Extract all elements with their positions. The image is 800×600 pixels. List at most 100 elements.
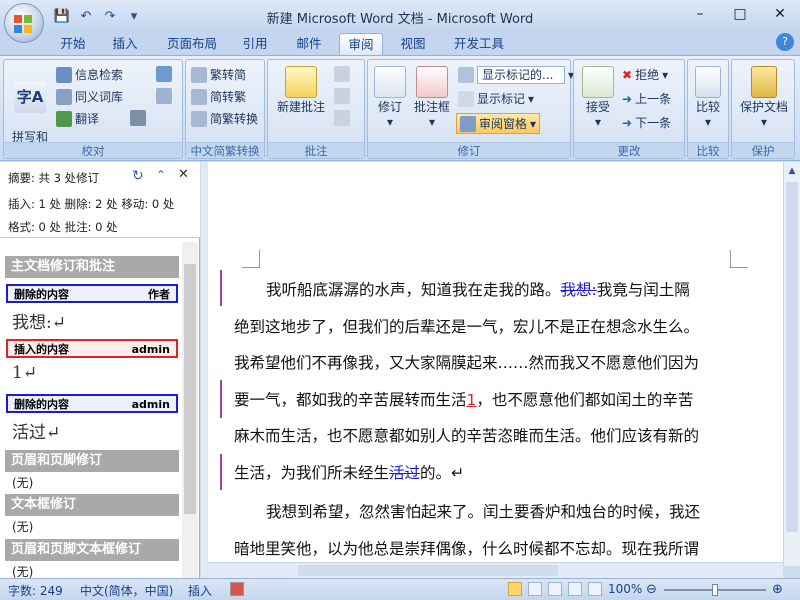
simp-to-trad-button[interactable]: 简转繁 [191,88,246,105]
protect-document-button[interactable]: 保护文档 ▾ [736,66,792,130]
next-comment-button[interactable] [334,110,350,126]
research-button[interactable]: 信息检索 [56,66,123,83]
chinese-convert-icon [191,110,207,127]
collapse-icon[interactable]: ⌃ [156,168,166,182]
revision-author: admin [131,398,170,411]
zoom-slider-handle[interactable] [712,584,718,596]
revision-author: admin [131,343,170,356]
balloons-button[interactable]: 批注框 ▾ [410,66,454,130]
translate-label: 翻译 [75,112,100,126]
tab-page-layout[interactable]: 页面布局 [158,33,226,55]
minimize-button[interactable]: – [680,0,720,28]
document-paragraph-2[interactable]: 我想到希望，忽然害怕起来了。闰土要香炉和烛台的时候，我还 暗地里笑他，以为他总是… [234,494,734,566]
p1-line-4: 要一气，都如我的辛苦展转而生活1，也不愿意他们都如闰土的辛苦 [234,382,734,419]
maximize-button[interactable]: □ [720,0,760,28]
revision-2-header[interactable]: 插入的内容 admin [6,339,178,358]
print-layout-icon[interactable] [508,582,522,596]
tab-references[interactable]: 引用 [234,33,276,55]
previous-change-button[interactable]: ➜ 上一条 [622,90,671,107]
revision-3-text[interactable]: 活过↵ [12,418,60,443]
thesaurus-button[interactable]: 同义词库 [56,88,123,105]
display-for-review-dropdown[interactable]: 显示标记的... ▾ [458,66,574,84]
set-language-button[interactable] [130,110,146,126]
zoom-in-icon[interactable]: ⊕ [772,582,783,597]
inserted-text[interactable]: 1 [467,391,477,409]
document-vertical-scrollbar[interactable]: ▲ [783,162,800,566]
chevron-down-icon: ▾ [528,91,535,106]
review-pane-icon [460,115,476,132]
track-changes-label: 修订 [377,100,402,114]
insert-mode[interactable]: 插入 [188,582,212,599]
compare-button[interactable]: 比较 ▾ [691,66,725,130]
trad-to-simp-button[interactable]: 繁转简 [191,66,246,83]
p2-line-2: 暗地里笑他，以为他总是崇拜偶像，什么时候都不忘却。现在我所谓 [234,539,700,558]
protect-label: 保护文档 [739,100,788,114]
balloons-icon [416,66,448,98]
document-page[interactable]: 我听船底潺潺的水声，知道我在走我的路。我想:我竟与闰土隔 绝到这地步了，但我们的… [208,162,783,566]
show-markup-button[interactable]: 显示标记 ▾ [458,90,534,107]
deleted-text[interactable]: 我想: [561,281,597,299]
zoom-level[interactable]: 100% [608,582,642,596]
help-icon[interactable]: ? [776,33,794,51]
revision-list: 主文档修订和批注 删除的内容 作者 我想:↵ 插入的内容 admin 1↵ 删除的内… [0,242,182,579]
simp-to-trad-label: 简转繁 [210,90,247,104]
tab-insert[interactable]: 插入 [104,33,146,55]
revision-3-header[interactable]: 删除的内容 admin [6,394,178,413]
review-pane-button[interactable]: 审阅窗格 ▾ [456,113,541,134]
review-pane-scrollbar[interactable] [182,242,198,578]
language-button[interactable] [156,66,172,82]
scroll-up-icon[interactable]: ▲ [786,166,798,178]
delete-comment-button[interactable] [334,66,350,82]
accept-icon [582,66,614,98]
reject-button[interactable]: ✖ 拒绝 ▾ [622,66,668,83]
refresh-icon[interactable]: ↻ [132,168,144,184]
chevron-down-icon: ▾ [594,115,602,129]
accept-button[interactable]: 接受 ▾ [578,66,618,130]
word-count-button[interactable] [156,88,172,104]
track-changes-button[interactable]: 修订 ▾ [371,66,409,130]
previous-label: 上一条 [635,92,672,106]
close-button[interactable]: ✕ [760,0,800,28]
draft-view-icon[interactable] [588,582,602,596]
tab-mailings[interactable]: 邮件 [288,33,330,55]
tab-review[interactable]: 审阅 [339,33,383,55]
deleted-text[interactable]: 活过 [389,464,420,482]
full-screen-reading-icon[interactable] [528,582,542,596]
translate-button[interactable]: 翻译 [56,110,99,127]
new-comment-button[interactable]: 新建批注 [272,66,330,115]
next-change-button[interactable]: ➜ 下一条 [622,114,671,131]
chinese-convert-button[interactable]: 简繁转换 [191,110,258,127]
tab-view[interactable]: 视图 [392,33,434,55]
tab-home[interactable]: 开始 [52,33,94,55]
revision-1-text[interactable]: 我想:↵ [12,308,66,333]
keyboard-icon [130,110,146,126]
revision-2-text[interactable]: 1↵ [12,363,37,383]
p1-line-5: 麻木而生活，也不愿意都如别人的辛苦恣睢而生活。他们应该有新的 [234,427,700,445]
p1-line-2: 绝到这地步了，但我们的后辈还是一气，宏儿不是正在想念水生么。 [234,317,700,336]
close-pane-icon[interactable]: ✕ [178,167,189,182]
revision-1-header[interactable]: 删除的内容 作者 [6,284,178,303]
trad-to-simp-label: 繁转简 [210,68,247,82]
change-bar [220,270,222,306]
tab-developer[interactable]: 开发工具 [446,33,512,55]
scrollbar-thumb[interactable] [184,264,196,514]
document-scrollbar-thumb[interactable] [786,182,798,532]
next-label: 下一条 [635,116,672,130]
previous-comment-button[interactable] [334,88,350,104]
delete-comment-icon [334,66,350,82]
document-horizontal-scrollbar[interactable] [208,562,783,578]
compare-label: 比较 [695,100,720,114]
header-footer-none: (无) [12,476,34,490]
revision-author: 作者 [148,288,170,301]
word-count[interactable]: 字数: 249 [8,582,63,599]
review-pane-label: 审阅窗格 [479,117,528,131]
zoom-out-icon[interactable]: ⊖ [646,582,657,597]
office-button[interactable] [4,3,44,43]
web-layout-icon[interactable] [548,582,562,596]
macro-record-icon[interactable] [230,582,244,596]
language-status[interactable]: 中文(简体，中国) [80,582,173,599]
outline-view-icon[interactable] [568,582,582,596]
text-run: 要一气，都如我的辛苦展转而生活 [234,390,467,409]
document-paragraph-1[interactable]: 我听船底潺潺的水声，知道我在走我的路。我想:我竟与闰土隔 绝到这地步了，但我们的… [234,272,734,491]
horizontal-scroll-thumb[interactable] [298,565,558,576]
